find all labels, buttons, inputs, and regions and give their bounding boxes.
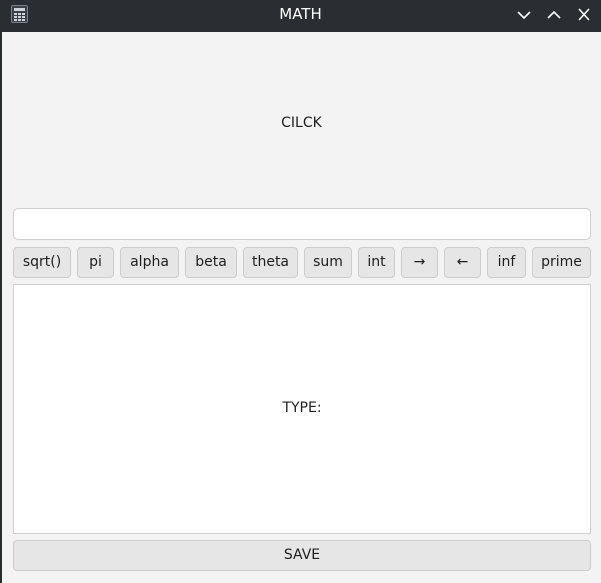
expression-input[interactable] xyxy=(13,208,591,240)
main-content: CILCK sqrt() pi alpha beta theta sum int… xyxy=(2,32,601,583)
pi-button[interactable]: pi xyxy=(77,247,114,278)
minimize-icon[interactable] xyxy=(514,6,534,24)
left-arrow-button[interactable]: ← xyxy=(444,247,481,278)
title-bar: MATH xyxy=(0,0,601,32)
sum-button[interactable]: sum xyxy=(304,247,352,278)
sqrt-button[interactable]: sqrt() xyxy=(13,247,71,278)
right-arrow-button[interactable]: → xyxy=(401,247,438,278)
window-title: MATH xyxy=(279,5,322,23)
close-icon[interactable] xyxy=(574,6,594,24)
theta-button[interactable]: theta xyxy=(243,247,298,278)
click-label: CILCK xyxy=(281,115,322,131)
maximize-icon[interactable] xyxy=(544,6,564,24)
type-output-area: TYPE: xyxy=(13,284,591,534)
inf-button[interactable]: inf xyxy=(487,247,526,278)
beta-button[interactable]: beta xyxy=(185,247,237,278)
type-label: TYPE: xyxy=(282,400,322,416)
save-button[interactable]: SAVE xyxy=(13,540,591,571)
int-button[interactable]: int xyxy=(358,247,395,278)
alpha-button[interactable]: alpha xyxy=(120,247,179,278)
prime-button[interactable]: prime xyxy=(532,247,591,278)
